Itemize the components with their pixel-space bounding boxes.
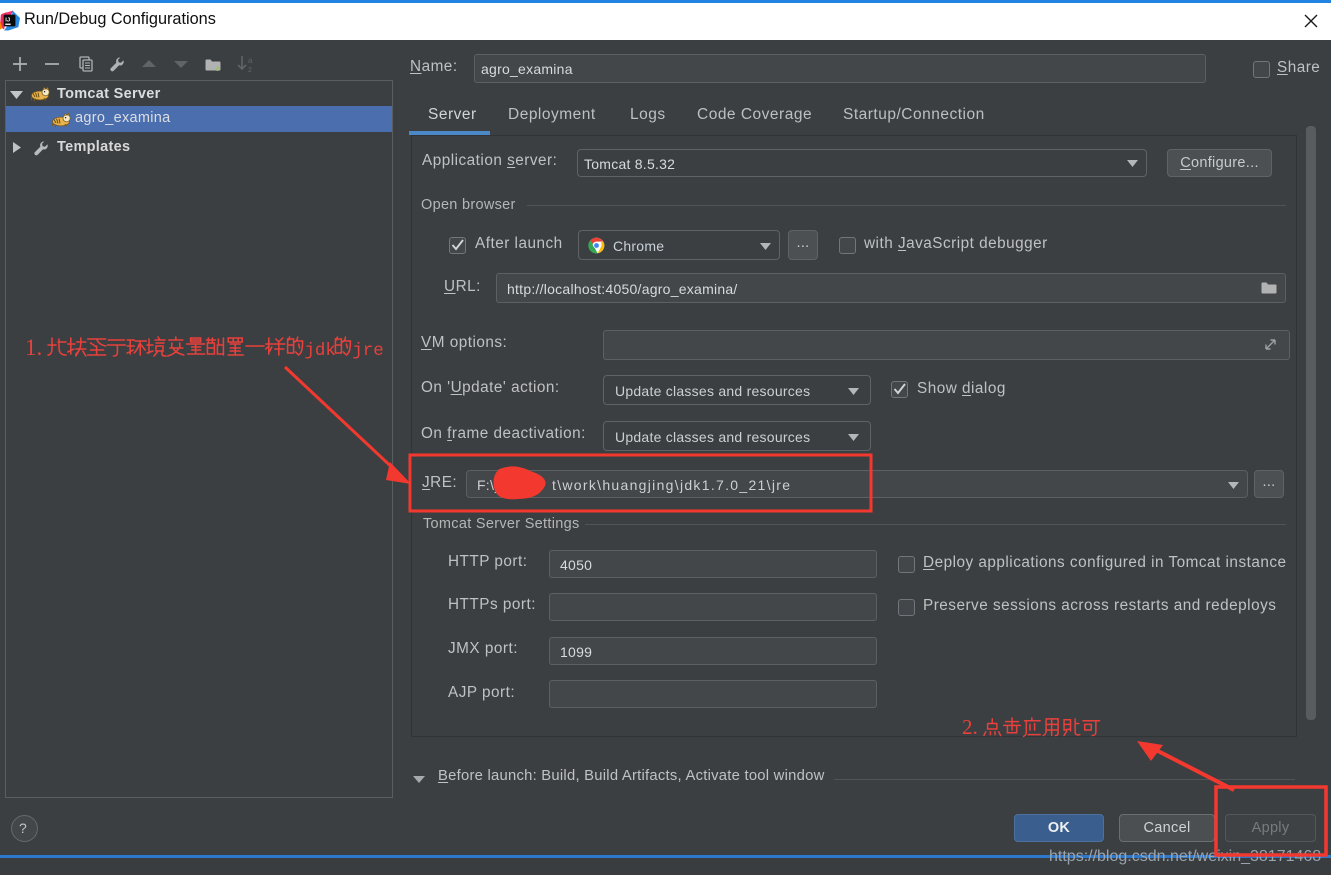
svg-text:z: z bbox=[248, 65, 252, 73]
svg-text:IJ: IJ bbox=[5, 18, 10, 24]
svg-text:a: a bbox=[248, 56, 253, 65]
